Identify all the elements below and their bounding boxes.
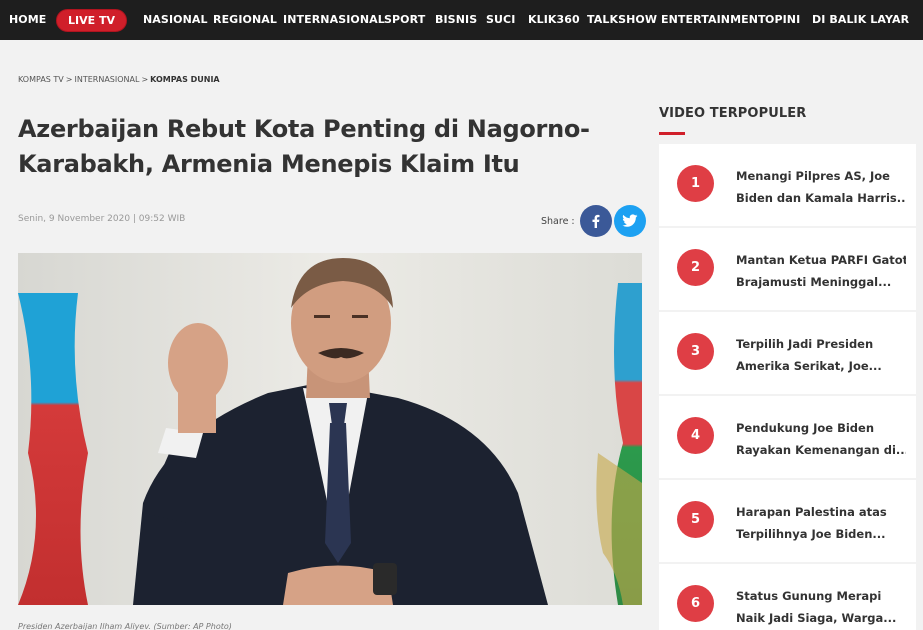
facebook-icon [592, 214, 600, 228]
article-title-line-1: Azerbaijan Rebut Kota Penting di Nagorno… [18, 115, 590, 143]
twitter-share-button[interactable] [613, 205, 646, 237]
breadcrumb-section-link[interactable]: INTERNASIONAL [74, 75, 139, 84]
president-portrait-image [18, 253, 642, 605]
breadcrumb-separator: > [65, 75, 73, 84]
top-navigation-bar: HOME LIVE TV NASIONAL REGIONAL INTERNASI… [0, 0, 923, 40]
video-title-line-1: Harapan Palestina atas [736, 505, 887, 519]
breadcrumb-current-link[interactable]: KOMPAS DUNIA [150, 75, 219, 84]
facebook-share-button[interactable] [579, 205, 612, 237]
video-title-line-2: Terpilihnya Joe Biden... [736, 527, 886, 541]
rank-badge: 2 [677, 249, 714, 286]
video-title-line-2: Amerika Serikat, Joe... [736, 359, 882, 373]
nav-opini[interactable]: OPINI [765, 13, 800, 26]
live-tv-label: LIVE TV [68, 14, 115, 27]
video-title: Pendukung Joe Biden Rayakan Kemenangan d… [736, 417, 906, 461]
video-title: Status Gunung Merapi Naik Jadi Siaga, Wa… [736, 585, 906, 629]
twitter-icon [621, 214, 638, 227]
nav-entertainment[interactable]: ENTERTAINMENT [661, 13, 766, 26]
video-title-line-1: Status Gunung Merapi [736, 589, 882, 603]
share-bar: Share : [541, 205, 646, 237]
photo-caption: Presiden Azerbaijan Ilham Aliyev. (Sumbe… [18, 622, 232, 630]
video-title: Harapan Palestina atas Terpilihnya Joe B… [736, 501, 906, 545]
nav-di-balik-layar[interactable]: DI BALIK LAYAR [812, 13, 909, 26]
video-title-line-2: Brajamusti Meninggal... [736, 275, 892, 289]
article-date: Senin, 9 November 2020 | 09:52 WIB [18, 214, 186, 224]
video-title-line-1: Menangi Pilpres AS, Joe [736, 169, 890, 183]
video-title: Terpilih Jadi Presiden Amerika Serikat, … [736, 333, 906, 377]
share-label: Share : [541, 215, 575, 227]
article-title: Azerbaijan Rebut Kota Penting di Nagorno… [18, 112, 618, 182]
popular-video-item[interactable]: 6 Status Gunung Merapi Naik Jadi Siaga, … [659, 564, 916, 630]
rank-badge: 3 [677, 333, 714, 370]
popular-video-list: 1 Menangi Pilpres AS, Joe Biden dan Kama… [659, 144, 916, 630]
nav-suci[interactable]: SUCI [486, 13, 515, 26]
nav-regional[interactable]: REGIONAL [213, 13, 277, 26]
article-title-line-2: Karabakh, Armenia Menepis Klaim Itu [18, 150, 520, 178]
rank-badge: 1 [677, 165, 714, 202]
nav-nasional[interactable]: NASIONAL [143, 13, 208, 26]
rank-badge: 4 [677, 417, 714, 454]
breadcrumb-root-link[interactable]: KOMPAS TV [18, 75, 64, 84]
popular-video-item[interactable]: 4 Pendukung Joe Biden Rayakan Kemenangan… [659, 396, 916, 478]
nav-home[interactable]: HOME [9, 13, 46, 26]
popular-video-item[interactable]: 3 Terpilih Jadi Presiden Amerika Serikat… [659, 312, 916, 394]
video-title: Menangi Pilpres AS, Joe Biden dan Kamala… [736, 165, 906, 209]
nav-sport[interactable]: SPORT [384, 13, 425, 26]
popular-video-item[interactable]: 1 Menangi Pilpres AS, Joe Biden dan Kama… [659, 144, 916, 226]
live-tv-button[interactable]: LIVE TV [56, 9, 127, 32]
video-title-line-1: Mantan Ketua PARFI Gatot [736, 253, 906, 267]
popular-video-item[interactable]: 2 Mantan Ketua PARFI Gatot Brajamusti Me… [659, 228, 916, 310]
nav-bisnis[interactable]: BISNIS [435, 13, 477, 26]
sidebar-title-underline [659, 132, 685, 135]
video-title-line-2: Naik Jadi Siaga, Warga... [736, 611, 897, 625]
nav-klik360[interactable]: KLIK360 [528, 13, 580, 26]
video-title-line-2: Biden dan Kamala Harris... [736, 191, 906, 205]
video-title: Mantan Ketua PARFI Gatot Brajamusti Meni… [736, 249, 906, 293]
breadcrumb-separator: > [141, 75, 149, 84]
video-title-line-1: Pendukung Joe Biden [736, 421, 874, 435]
breadcrumb: KOMPAS TV > INTERNASIONAL > KOMPAS DUNIA [18, 75, 220, 84]
popular-video-item[interactable]: 5 Harapan Palestina atas Terpilihnya Joe… [659, 480, 916, 562]
rank-badge: 5 [677, 501, 714, 538]
article-main-photo [18, 253, 642, 605]
nav-internasional[interactable]: INTERNASIONAL [283, 13, 385, 26]
sidebar-title: VIDEO TERPOPULER [659, 106, 807, 121]
video-title-line-2: Rayakan Kemenangan di... [736, 443, 906, 457]
video-title-line-1: Terpilih Jadi Presiden [736, 337, 874, 351]
nav-talkshow[interactable]: TALKSHOW [587, 13, 657, 26]
rank-badge: 6 [677, 585, 714, 622]
